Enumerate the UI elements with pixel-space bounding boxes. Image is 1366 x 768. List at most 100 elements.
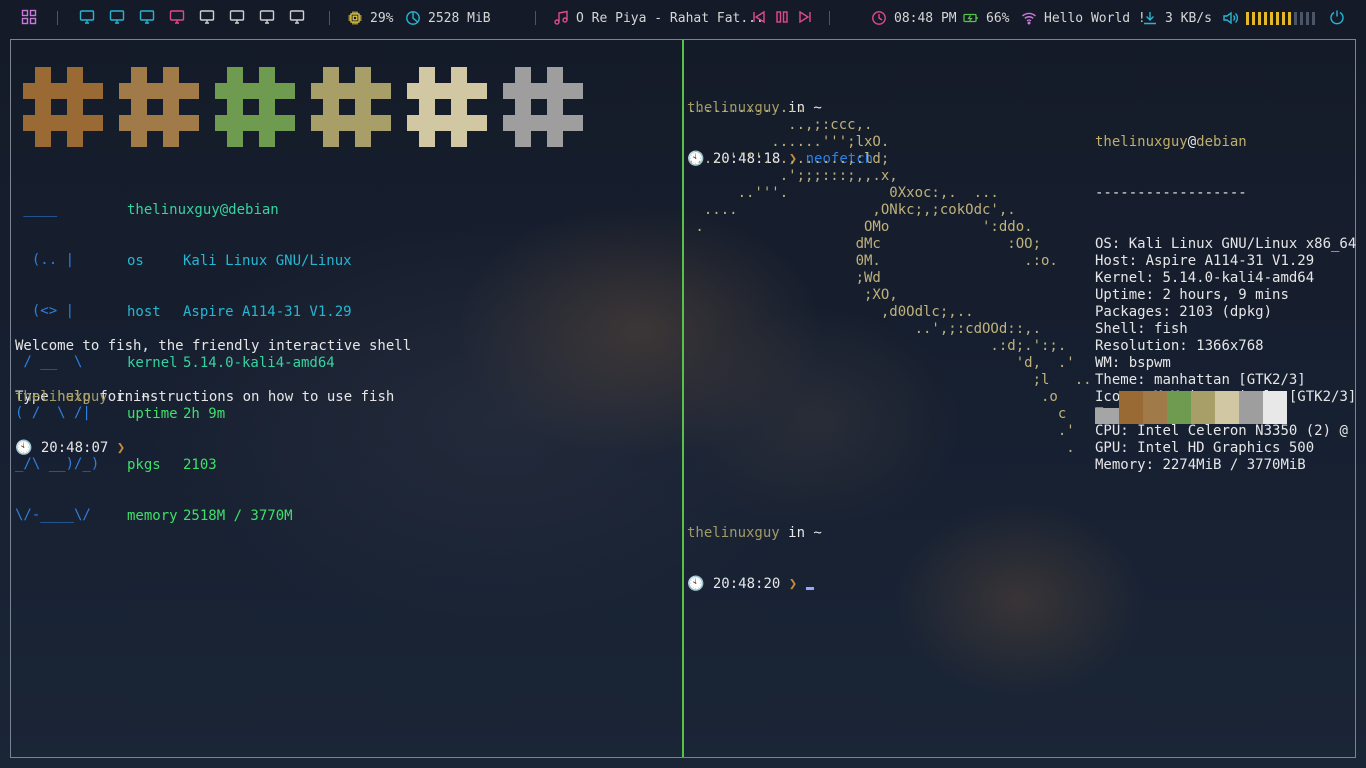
ascii-line: ;l .. (687, 372, 1092, 388)
fetch-at: @ (219, 202, 229, 218)
ascii-line: ..',;:cdOOd::,. (687, 321, 1042, 337)
ascii-line: . OMo ':ddo. (687, 219, 1033, 235)
info-row: Packages: 2103 (dpkg) (1095, 304, 1356, 321)
info-colon: : (1128, 253, 1146, 269)
info-key: Resolution (1095, 338, 1180, 354)
top-bar: 29% 2528 MiB O Re Piya - Rahat Fat... 08… (0, 0, 1366, 34)
separator (57, 11, 58, 25)
palette-block (119, 67, 199, 147)
memory-widget[interactable]: 2528 MiB (405, 9, 491, 27)
fetch-value: Kali Linux GNU/Linux (183, 253, 352, 269)
volume-level-bar (1306, 11, 1309, 25)
ascii-line: ,d0Odlc;,.. (687, 304, 974, 320)
volume-level-bar (1276, 11, 1279, 25)
pause-icon[interactable] (774, 9, 790, 25)
ascii-line: .' (687, 423, 1075, 439)
cpu-widget[interactable]: 29% (347, 9, 393, 27)
info-value: 2274MiB / 3770MiB (1162, 457, 1306, 473)
fetch-user: thelinuxguy (127, 202, 220, 218)
volume-level-bar (1288, 11, 1291, 25)
volume-level-bar (1246, 11, 1249, 25)
info-key: Packages (1095, 304, 1163, 320)
info-key: OS (1095, 236, 1112, 252)
volume-level-bar (1258, 11, 1261, 25)
info-value: Kali Linux GNU/Linux x86_64 (1128, 236, 1357, 252)
workspace-6-icon[interactable] (229, 9, 245, 25)
info-colon: : (1120, 440, 1138, 456)
ascii-line: .o (687, 389, 1058, 405)
volume-level-bar (1300, 11, 1303, 25)
next-icon[interactable] (797, 9, 813, 25)
power-icon[interactable] (1329, 9, 1345, 25)
color-swatch (1119, 391, 1143, 424)
info-row: Kernel: 5.14.0-kali4-amd64 (1095, 270, 1356, 287)
prompt-time: 20:48:20 (712, 576, 781, 592)
volume-icon (1222, 10, 1238, 26)
kali-ascii-logo: .............. ..,;:ccc,. ......''';lxO.… (687, 100, 1092, 457)
prompt-time: 20:48:07 (40, 440, 109, 456)
clock-emoji-icon: 🕙 (15, 440, 33, 456)
info-user: thelinuxguy (1095, 134, 1188, 150)
clock-icon (871, 10, 887, 26)
volume-widget[interactable] (1222, 9, 1315, 27)
ascii-line: 0M. .:o. (687, 253, 1058, 269)
info-value: 2 hours, 9 mins (1162, 287, 1289, 303)
info-row: Host: Aspire A114-31 V1.29 (1095, 253, 1356, 270)
ascii-line: .... ,ONkc;,;cokOdc',. (687, 202, 1016, 218)
prompt-user: thelinuxguy (687, 525, 780, 541)
info-value: Intel Celeron N3350 (2) @ (1137, 423, 1348, 439)
info-colon: : (1111, 355, 1129, 371)
volume-slider[interactable] (1246, 11, 1315, 25)
prompt-user: thelinuxguy (15, 389, 108, 405)
workspace-2-icon[interactable] (109, 9, 125, 25)
info-value: Intel HD Graphics 500 (1137, 440, 1315, 456)
pane-divider[interactable] (682, 40, 684, 757)
ascii-line: ..'''. 0Xxoc:,. ... (687, 185, 999, 201)
song-title: O Re Piya - Rahat Fat... (576, 10, 764, 26)
ascii-line: .:d;.':;. (687, 338, 1067, 354)
palette-block (311, 67, 391, 147)
ascii-line: ..,;:ccc,. (687, 117, 873, 133)
network-widget[interactable]: 3 KB/s (1142, 9, 1212, 27)
welcome-text: Welcome to fish, the friendly interactiv… (15, 338, 412, 354)
ascii-line: ;Wd (687, 270, 881, 286)
info-row: Resolution: 1366x768 (1095, 338, 1356, 355)
info-row: Uptime: 2 hours, 9 mins (1095, 287, 1356, 304)
color-swatch (1239, 391, 1263, 424)
workspace-4-active-icon[interactable] (169, 9, 185, 25)
cpu-usage: 29% (370, 10, 394, 26)
left-prompt: thelinuxguy in ~ 🕙 20:48:07 ❯ (15, 355, 150, 491)
palette-block (407, 67, 487, 147)
workspace-8-icon[interactable] (289, 9, 305, 25)
clock-widget[interactable]: 08:48 PM (871, 9, 957, 27)
tux-line: (.. | (15, 252, 75, 268)
workspace-7-icon[interactable] (259, 9, 275, 25)
info-value: 1366x768 (1196, 338, 1264, 354)
previous-icon[interactable] (751, 9, 767, 25)
battery-level: 66% (986, 10, 1010, 26)
info-at: @ (1187, 134, 1197, 150)
workspace-3-icon[interactable] (139, 9, 155, 25)
separator (329, 11, 330, 25)
right-prompt-2: thelinuxguy in ~ 🕙 20:48:20 ❯ (687, 491, 822, 627)
color-swatch (1263, 391, 1287, 424)
palette-block (23, 67, 103, 147)
ascii-line: dMc :OO; (687, 236, 1042, 252)
workspace-5-icon[interactable] (199, 9, 215, 25)
battery-widget[interactable]: 66% (963, 9, 1009, 27)
info-colon: : (1162, 304, 1180, 320)
wifi-icon (1021, 10, 1037, 26)
info-row: Memory: 2274MiB / 3770MiB (1095, 457, 1356, 474)
info-value: Aspire A114-31 V1.29 (1145, 253, 1315, 269)
info-key: Kernel (1095, 270, 1146, 286)
network-speed: 3 KB/s (1165, 10, 1212, 26)
color-palette (23, 67, 583, 147)
music-widget[interactable]: O Re Piya - Rahat Fat... (553, 9, 764, 27)
apps-grid-icon[interactable] (21, 9, 37, 25)
color-swatch (1095, 408, 1119, 424)
tux-line: \/-____\/ (15, 507, 91, 523)
workspace-1-icon[interactable] (79, 9, 95, 25)
info-key: GPU (1095, 440, 1121, 456)
wifi-widget[interactable]: Hello World ! (1021, 9, 1146, 27)
info-row: GPU: Intel HD Graphics 500 (1095, 440, 1356, 457)
